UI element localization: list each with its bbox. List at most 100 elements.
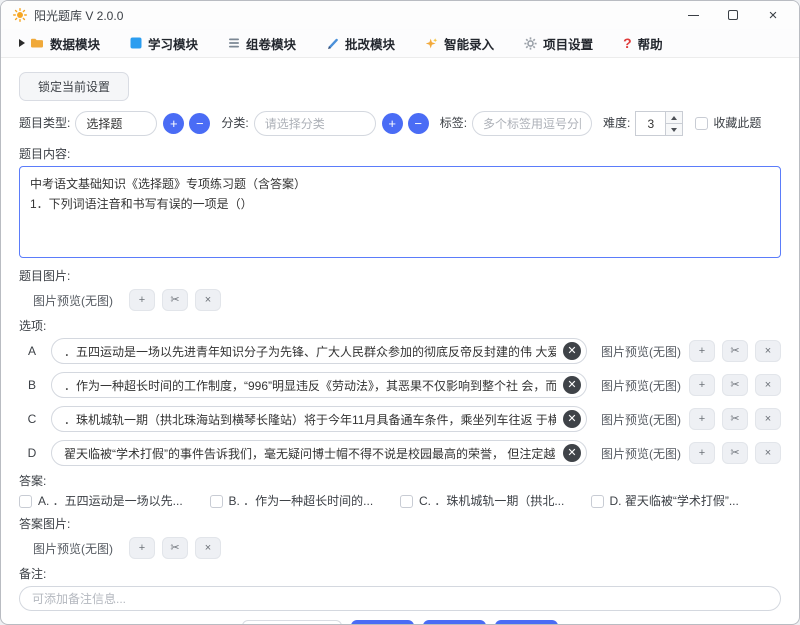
- category-input[interactable]: [254, 111, 376, 136]
- crop-image-icon[interactable]: ✂: [722, 408, 748, 430]
- option-row-a: A 图片预览(无图) + ✂ ×: [19, 338, 781, 364]
- clear-option-c-icon[interactable]: [563, 410, 581, 428]
- option-image-preview: 图片预览(无图): [601, 343, 681, 360]
- remove-image-button[interactable]: ×: [755, 340, 781, 362]
- options-label: 选项:: [19, 319, 781, 334]
- question-type-input[interactable]: [75, 111, 157, 136]
- add-image-button[interactable]: +: [689, 408, 715, 430]
- option-d-input[interactable]: [51, 440, 587, 466]
- option-letter: A: [25, 344, 39, 358]
- window-title: 阳光题库 V 2.0.0: [34, 7, 123, 24]
- chevron-down-icon: [671, 128, 677, 132]
- save-button[interactable]: 保存: [351, 620, 414, 624]
- answer-checkbox-d[interactable]: D. 翟天临被“学术打假”...: [591, 494, 782, 509]
- ocr-entry-button[interactable]: 图片OCR录题: [242, 620, 343, 624]
- option-letter: D: [25, 446, 39, 460]
- add-image-button[interactable]: +: [689, 340, 715, 362]
- add-category-button[interactable]: +: [382, 113, 403, 134]
- answer-label: 答案:: [19, 474, 781, 489]
- remove-type-button[interactable]: −: [189, 113, 210, 134]
- tags-label: 标签:: [440, 116, 467, 131]
- menu-help[interactable]: ? 帮助: [623, 34, 663, 53]
- remark-input[interactable]: [19, 586, 781, 611]
- answer-checkbox-a[interactable]: A. ．五四运动是一场以先...: [19, 494, 210, 509]
- crop-image-icon[interactable]: ✂: [162, 537, 188, 559]
- menu-paper-module[interactable]: 组卷模块: [228, 34, 296, 53]
- answer-option-label: A. ．五四运动是一场以先...: [38, 494, 183, 509]
- maximize-button[interactable]: [713, 3, 753, 27]
- option-row-b: B 图片预览(无图) + ✂ ×: [19, 372, 781, 398]
- crop-image-icon[interactable]: ✂: [162, 289, 188, 311]
- footer-actions: 图片OCR录题 保存 清空 返回: [19, 620, 781, 624]
- book-icon: [130, 37, 142, 49]
- folder-icon: [30, 37, 44, 49]
- remove-category-button[interactable]: −: [408, 113, 429, 134]
- answer-checkbox-c[interactable]: C. ．珠机城轨一期（拱北...: [400, 494, 591, 509]
- option-image-preview: 图片预览(无图): [601, 411, 681, 428]
- gear-icon: [524, 37, 537, 50]
- add-image-button[interactable]: +: [689, 442, 715, 464]
- chevron-up-icon: [671, 116, 677, 120]
- add-image-button[interactable]: +: [129, 289, 155, 311]
- option-a-input[interactable]: [51, 338, 587, 364]
- menu-project-settings[interactable]: 项目设置: [524, 34, 593, 53]
- remove-image-button[interactable]: ×: [755, 442, 781, 464]
- checkbox-icon[interactable]: [210, 495, 223, 508]
- menu-grading-module[interactable]: 批改模块: [326, 34, 395, 53]
- clear-button[interactable]: 清空: [423, 620, 486, 624]
- option-row-d: D 图片预览(无图) + ✂ ×: [19, 440, 781, 466]
- remove-image-button[interactable]: ×: [755, 408, 781, 430]
- remove-image-button[interactable]: ×: [195, 537, 221, 559]
- menu-label: 数据模块: [50, 34, 100, 53]
- add-type-button[interactable]: +: [163, 113, 184, 134]
- checkbox-icon[interactable]: [400, 495, 413, 508]
- option-b-input[interactable]: [51, 372, 587, 398]
- menubar: 数据模块 学习模块 组卷模块 批改模块 智能录入: [1, 29, 799, 58]
- question-image-label: 题目图片:: [19, 269, 781, 284]
- remove-image-button[interactable]: ×: [755, 374, 781, 396]
- clear-option-d-icon[interactable]: [563, 444, 581, 462]
- add-image-button[interactable]: +: [689, 374, 715, 396]
- question-image-row: 图片预览(无图) + ✂ ×: [19, 289, 781, 311]
- menu-label: 帮助: [638, 34, 663, 53]
- crop-image-icon[interactable]: ✂: [722, 442, 748, 464]
- answer-checkbox-b[interactable]: B. ．作为一种超长时间的...: [210, 494, 401, 509]
- option-letter: C: [25, 412, 39, 426]
- menu-data-module[interactable]: 数据模块: [19, 34, 100, 53]
- menu-smart-entry[interactable]: 智能录入: [425, 34, 494, 53]
- difficulty-down-button[interactable]: [666, 123, 682, 135]
- options-list: A 图片预览(无图) + ✂ × B: [19, 338, 781, 466]
- app-window: 阳光题库 V 2.0.0 × 数据模块 学习模块 组卷模块: [0, 0, 800, 625]
- question-content-textarea[interactable]: 中考语文基础知识《选择题》专项练习题（含答案） 1．下列词语注音和书写有误的一项…: [19, 166, 781, 258]
- answer-option-label: C. ．珠机城轨一期（拱北...: [419, 494, 564, 509]
- favorite-checkbox[interactable]: [695, 117, 708, 130]
- answer-option-label: B. ．作为一种超长时间的...: [229, 494, 374, 509]
- difficulty-up-button[interactable]: [666, 112, 682, 123]
- back-button[interactable]: 返回: [495, 620, 558, 624]
- checkbox-icon[interactable]: [591, 495, 604, 508]
- tags-input[interactable]: [472, 111, 592, 136]
- remark-label: 备注:: [19, 567, 781, 582]
- clear-option-b-icon[interactable]: [563, 376, 581, 394]
- difficulty-label: 难度:: [603, 116, 630, 131]
- menu-label: 学习模块: [148, 34, 198, 53]
- add-image-button[interactable]: +: [129, 537, 155, 559]
- answer-image-row: 图片预览(无图) + ✂ ×: [19, 537, 781, 559]
- checkbox-icon[interactable]: [19, 495, 32, 508]
- meta-row: 题目类型: + − 分类: + − 标签: 难度: 3 收藏此题: [19, 111, 781, 136]
- titlebar: 阳光题库 V 2.0.0 ×: [1, 1, 799, 29]
- option-c-input[interactable]: [51, 406, 587, 432]
- clear-option-a-icon[interactable]: [563, 342, 581, 360]
- crop-image-icon[interactable]: ✂: [722, 374, 748, 396]
- option-image-preview: 图片预览(无图): [601, 445, 681, 462]
- pen-icon: [326, 37, 339, 50]
- difficulty-stepper[interactable]: 3: [635, 111, 683, 136]
- menu-study-module[interactable]: 学习模块: [130, 34, 198, 53]
- question-content-label: 题目内容:: [19, 147, 781, 162]
- lock-settings-button[interactable]: 锁定当前设置: [19, 72, 129, 101]
- minimize-button[interactable]: [673, 3, 713, 27]
- app-sun-icon: [13, 8, 27, 22]
- crop-image-icon[interactable]: ✂: [722, 340, 748, 362]
- remove-image-button[interactable]: ×: [195, 289, 221, 311]
- close-button[interactable]: ×: [753, 3, 793, 27]
